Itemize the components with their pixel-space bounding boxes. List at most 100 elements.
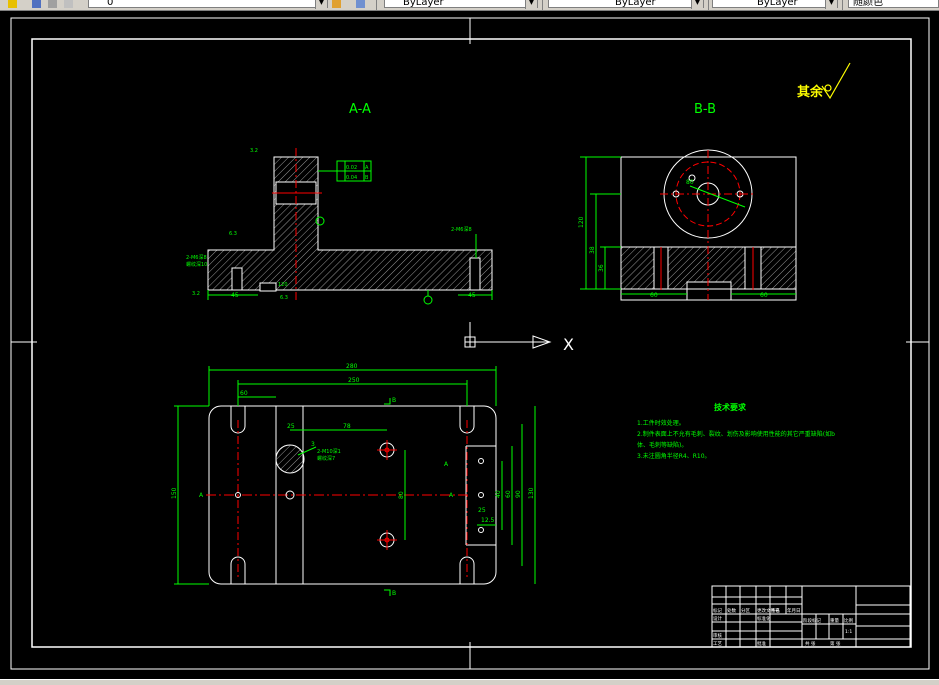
ucs-icon — [464, 322, 552, 349]
layer-previous-icon[interactable] — [48, 0, 57, 8]
properties-toolbar: 0 ▼ ByLayer ▼ ByLayer ▼ ByLayer ▼ 随颜色 — [0, 0, 939, 11]
linetype-select[interactable]: ByLayer ▼ — [548, 0, 704, 9]
tb-date: 年月日 — [787, 607, 801, 614]
tb-scale: 比例 — [844, 617, 853, 624]
plan-dim-90: 90 — [515, 490, 522, 498]
plan-dim-150: 150 — [171, 487, 178, 499]
plan-dim-25r: 25 — [478, 507, 486, 514]
color-select[interactable]: ByLayer ▼ — [384, 0, 538, 9]
title-block-text: 标记 处数 分区 更改文件号 签名 年月日 设计 标准化 审核 工艺 批准 阶段… — [713, 607, 853, 647]
ucs-x-label: X — [563, 335, 574, 354]
slot-top-right — [459, 406, 475, 434]
tb-scale-value: 1:1 — [845, 629, 852, 635]
layer-freeze-icon[interactable] — [64, 0, 73, 8]
plan-dim-80: 80 — [398, 491, 405, 499]
plan-dim-250: 250 — [348, 377, 360, 384]
plan-dim-60: 60 — [240, 390, 248, 397]
tb-sign: 签名 — [771, 607, 780, 614]
bb-dim-80: 80 — [686, 179, 694, 186]
plan-dim-12-5: 12.5 — [481, 517, 495, 524]
chevron-down-icon[interactable]: ▼ — [825, 0, 837, 9]
plan-cut-b-top: B — [392, 397, 396, 404]
slot-top-left — [230, 406, 246, 434]
aa-rough-2: 6.3 — [229, 231, 237, 237]
section-title-bb: B-B — [694, 102, 716, 117]
drawing-canvas[interactable]: X A-A B-B 其余 45 45 120 2-M6深8 螺纹深10 2-M6… — [0, 11, 939, 679]
aa-dim-left-45: 45 — [231, 292, 239, 299]
aa-base-slot — [259, 282, 277, 292]
bb-dim-120: 120 — [578, 216, 585, 228]
aa-ref-a: A — [365, 165, 369, 171]
plan-thread-2: 螺纹深7 — [317, 455, 335, 462]
layer-match-icon[interactable] — [356, 0, 365, 8]
aa-left-hole — [231, 267, 243, 291]
aa-rough-4: 6.3 — [280, 295, 288, 301]
layer-state-icon[interactable] — [32, 0, 41, 8]
toolbar-separator — [708, 0, 709, 10]
lineweight-select-value: ByLayer — [757, 0, 798, 8]
lineweight-select[interactable]: ByLayer ▼ — [712, 0, 838, 9]
tech-line-2: 2.制件表面上不允有毛刺、裂纹、划伤及影响使用性能的其它严重缺陷(如b — [637, 430, 835, 438]
plan-cut-b-bottom: B — [392, 590, 396, 597]
chevron-down-icon[interactable]: ▼ — [691, 0, 703, 9]
surface-finish-icon — [821, 62, 851, 100]
section-title-aa: A-A — [349, 102, 371, 117]
plan-view: 280 250 60 25 78 3 2-M10深1 螺纹深7 150 130 … — [171, 363, 536, 597]
plan-cut-a-left: A — [199, 492, 204, 499]
toolbar-separator — [542, 0, 543, 10]
make-current-icon[interactable] — [332, 0, 341, 8]
cad-drawing: X A-A B-B 其余 45 45 120 2-M6深8 螺纹深10 2-M6… — [10, 17, 930, 670]
plan-dim-78: 78 — [343, 423, 351, 430]
status-bar — [0, 679, 939, 685]
bb-dim-36: 36 — [598, 264, 605, 272]
bb-dim-38: 38 — [589, 246, 596, 254]
bb-dim-60-right: 60 — [760, 292, 768, 299]
tb-sheet-total: 共 张 — [805, 640, 816, 647]
tech-line-4: 3.未注圆角半径R4、R10。 — [637, 452, 711, 460]
surface-finish-label: 其余 — [797, 84, 824, 100]
tb-process: 工艺 — [713, 641, 722, 647]
linetype-select-value: ByLayer — [615, 0, 656, 8]
tb-approve: 批准 — [757, 640, 766, 647]
layer-icon[interactable] — [8, 0, 17, 8]
aa-thread-left-2: 螺纹深10 — [186, 261, 207, 268]
plan-dim-40: 40 — [495, 490, 502, 498]
title-block — [711, 585, 911, 648]
plan-dim-3: 3 — [311, 441, 315, 448]
plan-dim-60r: 60 — [505, 490, 512, 498]
plotstyle-select[interactable]: 随颜色 — [848, 0, 939, 8]
tech-line-3: 体、毛刺等缺陷)。 — [637, 441, 687, 449]
plan-boss — [275, 444, 305, 474]
toolbar-separator — [376, 0, 377, 10]
layer-select[interactable]: 0 ▼ — [88, 0, 328, 9]
plan-dim-25: 25 — [287, 423, 295, 430]
tb-designer: 设计 — [713, 615, 722, 622]
plan-dim-130: 130 — [528, 487, 535, 499]
aa-datum-a — [423, 295, 433, 305]
bb-dim-60-left: 60 — [650, 292, 658, 299]
aa-tol-1: 0.02 — [346, 165, 357, 171]
tb-sheet-no: 第 张 — [830, 640, 841, 647]
tb-zone: 分区 — [741, 607, 750, 614]
chevron-down-icon[interactable]: ▼ — [525, 0, 537, 9]
plan-cut-a-side: A — [444, 461, 449, 468]
section-bb-view: 120 38 36 60 60 80 — [578, 149, 797, 301]
aa-ref-b: B — [365, 175, 369, 181]
aa-dim-right-45: 45 — [468, 292, 476, 299]
toolbar-separator — [842, 0, 843, 10]
plotstyle-select-value: 随颜色 — [853, 0, 883, 8]
tb-standard: 标准化 — [757, 615, 771, 622]
plan-dim-280: 280 — [346, 363, 358, 370]
color-select-value: ByLayer — [403, 0, 444, 8]
tb-mark: 标记 — [713, 607, 722, 614]
chevron-down-icon[interactable]: ▼ — [315, 0, 327, 9]
aa-thread-right: 2-M6深8 — [451, 226, 472, 233]
tb-weight: 重量 — [830, 617, 839, 624]
tb-count: 处数 — [727, 607, 736, 614]
frame-border — [31, 38, 912, 648]
aa-rough-3: 3.2 — [192, 291, 200, 297]
technical-requirements: 技术要求 1.工件时效处理。 2.制件表面上不允有毛刺、裂纹、划伤及影响使用性能… — [637, 402, 835, 460]
bb-notch — [686, 281, 732, 301]
layer-select-value: 0 — [107, 0, 114, 8]
aa-tol-2: 0.04 — [346, 175, 357, 181]
